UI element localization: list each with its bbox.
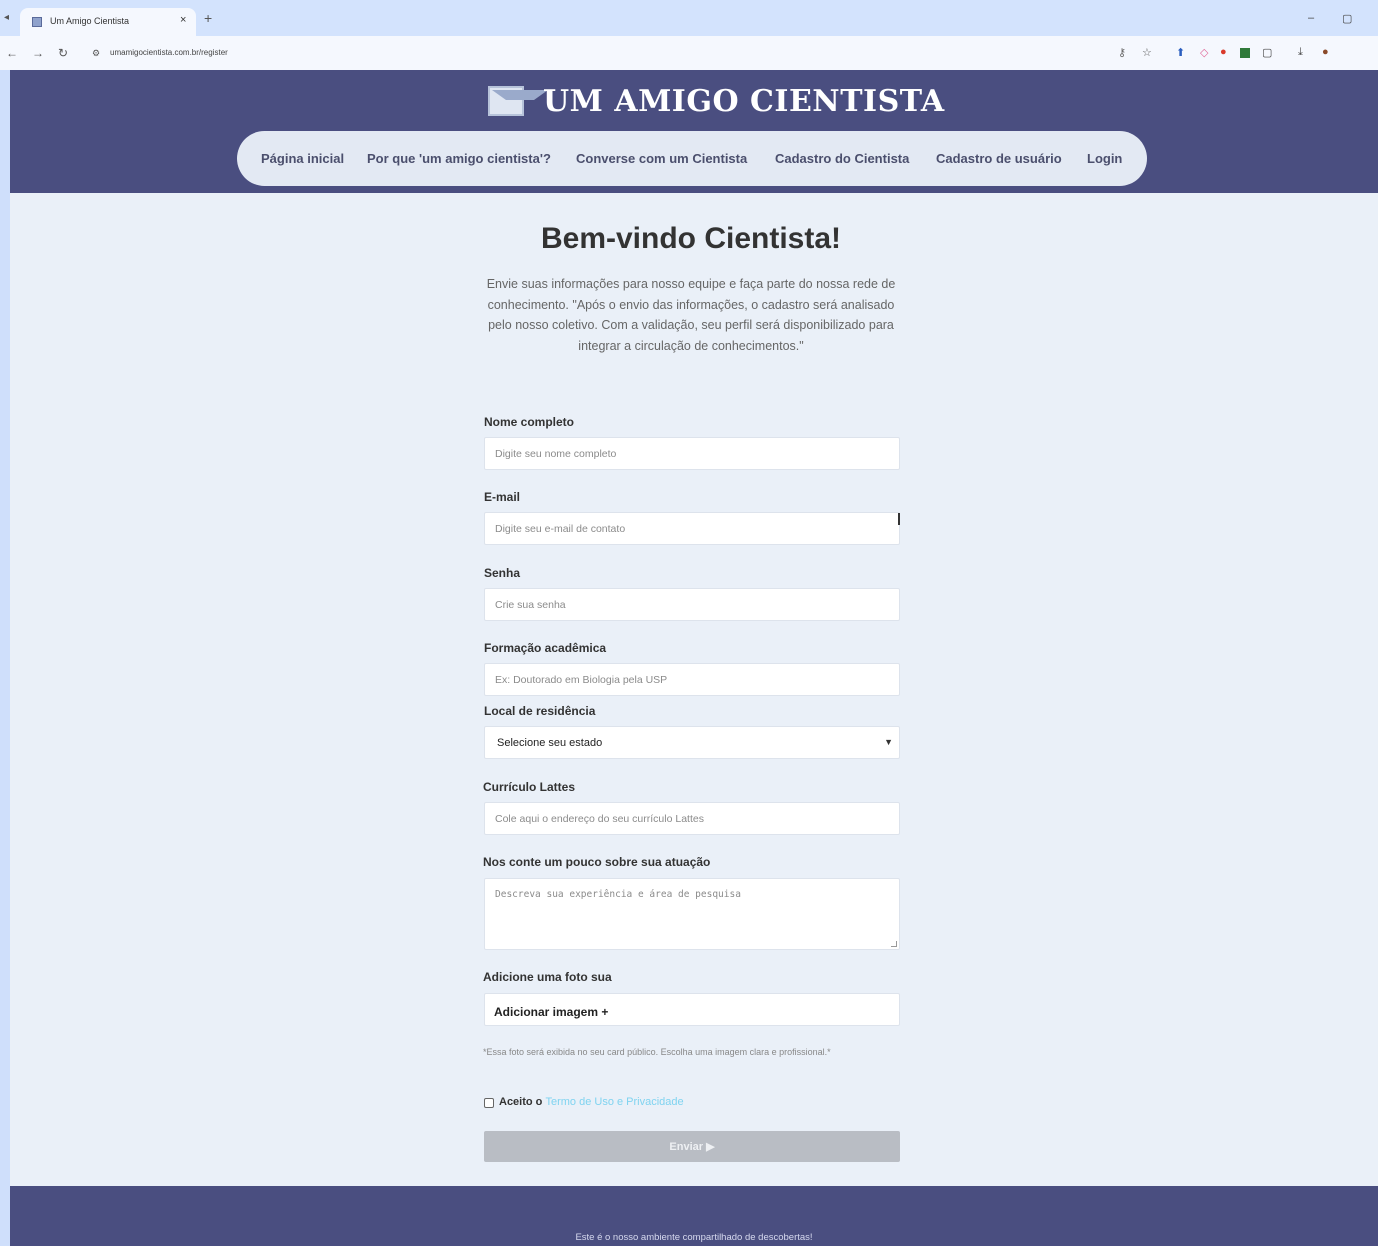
- email-placeholder: Digite seu e-mail de contato: [495, 523, 626, 535]
- name-label: Nome completo: [484, 415, 575, 429]
- new-tab-icon[interactable]: +: [204, 10, 212, 26]
- text-cursor: [898, 513, 900, 525]
- browser-tab[interactable]: Um Amigo Cientista ×: [20, 8, 196, 36]
- accept-terms-label: Aceito o Termo de Uso e Privacidade: [499, 1096, 684, 1108]
- email-input[interactable]: Digite seu e-mail de contato: [484, 512, 900, 545]
- password-input[interactable]: Crie sua senha: [484, 588, 900, 621]
- residence-label: Local de residência: [484, 704, 596, 718]
- logo-envelope-icon[interactable]: [488, 86, 548, 116]
- add-image-button[interactable]: Adicionar imagem +: [484, 993, 900, 1026]
- page-title: Bem-vindo Cientista!: [540, 222, 842, 255]
- add-image-label: Adicionar imagem +: [494, 1005, 609, 1019]
- about-textarea[interactable]: Descreva sua experiência e área de pesqu…: [484, 878, 900, 950]
- site-info-icon[interactable]: ⚙: [92, 48, 100, 59]
- nav-home[interactable]: Página inicial: [261, 151, 344, 166]
- submit-label: Enviar ▶: [669, 1141, 715, 1153]
- footer-text: Este é o nosso ambiente compartilhado de…: [575, 1232, 813, 1243]
- forward-icon[interactable]: →: [32, 46, 44, 60]
- reload-icon[interactable]: ↻: [58, 46, 68, 60]
- site-footer: Este é o nosso ambiente compartilhado de…: [10, 1186, 1378, 1246]
- extension-sheet-icon[interactable]: [1240, 48, 1250, 58]
- terms-link[interactable]: Termo de Uso e Privacidade: [545, 1096, 683, 1108]
- website: UM AMIGO CIENTISTA Página inicial Por qu…: [10, 70, 1378, 1246]
- accept-prefix: Aceito o: [499, 1096, 543, 1108]
- extension-drop-icon[interactable]: ●: [1220, 46, 1227, 58]
- extensions-puzzle-icon[interactable]: ▢: [1262, 46, 1272, 59]
- lattes-input[interactable]: Cole aqui o endereço do seu currículo La…: [484, 802, 900, 835]
- password-label: Senha: [484, 566, 521, 580]
- password-placeholder: Crie sua senha: [495, 599, 566, 611]
- nav-user-signup[interactable]: Cadastro de usuário: [936, 151, 1062, 166]
- download-icon[interactable]: ⤓: [1298, 46, 1303, 59]
- tab-title: Um Amigo Cientista: [50, 16, 130, 26]
- nav-login[interactable]: Login: [1087, 151, 1122, 166]
- resize-handle-icon[interactable]: [891, 941, 897, 947]
- photo-note: *Essa foto será exibida no seu card públ…: [483, 1047, 831, 1057]
- brand-title[interactable]: UM AMIGO CIENTISTA: [543, 84, 945, 119]
- key-icon[interactable]: ⚷: [1118, 46, 1126, 59]
- browser-toolbar: ← → ↻ ⚙ umamigocientista.com.br/register…: [0, 36, 1378, 70]
- submit-button[interactable]: Enviar ▶: [484, 1131, 900, 1162]
- site-header: UM AMIGO CIENTISTA Página inicial Por qu…: [10, 70, 1378, 193]
- extension-code-icon[interactable]: ◇: [1200, 46, 1208, 59]
- education-placeholder: Ex: Doutorado em Biologia pela USP: [495, 674, 668, 686]
- residence-select[interactable]: Selecione seu estado ▼: [484, 726, 900, 759]
- tab-list-icon[interactable]: ◂: [4, 12, 9, 23]
- email-label: E-mail: [484, 490, 521, 504]
- chevron-down-icon: ▼: [884, 737, 893, 747]
- about-label: Nos conte um pouco sobre sua atuação: [483, 855, 711, 869]
- education-input[interactable]: Ex: Doutorado em Biologia pela USP: [484, 663, 900, 696]
- terms-checkbox[interactable]: [484, 1098, 494, 1108]
- photo-label: Adicione uma foto sua: [483, 970, 612, 984]
- minimize-icon[interactable]: –: [1308, 12, 1314, 24]
- restore-icon[interactable]: ▢: [1342, 12, 1352, 25]
- browser-tabstrip: ◂ Um Amigo Cientista × + – ▢: [0, 0, 1378, 36]
- education-label: Formação acadêmica: [484, 641, 607, 655]
- nav-chat-scientist[interactable]: Converse com um Cientista: [576, 151, 747, 166]
- address-bar[interactable]: umamigocientista.com.br/register: [110, 48, 228, 57]
- lattes-label: Currículo Lattes: [483, 780, 576, 794]
- back-icon[interactable]: ←: [6, 46, 18, 60]
- profile-avatar-icon[interactable]: ●: [1322, 46, 1329, 58]
- name-input[interactable]: Digite seu nome completo: [484, 437, 900, 470]
- about-placeholder: Descreva sua experiência e área de pesqu…: [495, 889, 741, 900]
- nav-scientist-signup[interactable]: Cadastro do Cientista: [775, 151, 909, 166]
- extension-arrow-icon[interactable]: ⬆: [1176, 46, 1185, 59]
- residence-selected-value: Selecione seu estado: [497, 737, 603, 749]
- intro-text: Envie suas informações para nosso equipe…: [486, 277, 896, 353]
- lattes-placeholder: Cole aqui o endereço do seu currículo La…: [495, 813, 704, 825]
- name-placeholder: Digite seu nome completo: [495, 448, 617, 460]
- main-nav: Página inicial Por que 'um amigo cientis…: [237, 131, 1147, 186]
- favicon-icon: [32, 17, 42, 27]
- nav-why[interactable]: Por que 'um amigo cientista'?: [367, 151, 551, 166]
- tab-close-icon[interactable]: ×: [180, 14, 186, 26]
- bookmark-star-icon[interactable]: ☆: [1142, 46, 1152, 59]
